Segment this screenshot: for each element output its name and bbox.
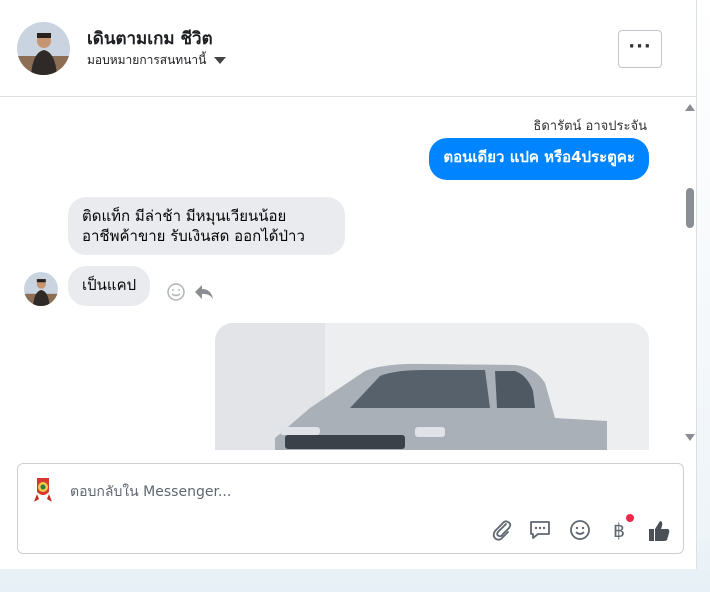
- baht-symbol: ฿: [612, 520, 626, 542]
- notification-dot: [626, 514, 634, 522]
- contact-avatar-small[interactable]: [24, 272, 58, 306]
- reply-input[interactable]: [70, 481, 470, 503]
- more-icon: ···: [628, 36, 652, 57]
- gif-icon[interactable]: [528, 518, 554, 544]
- outgoing-message[interactable]: ตอนเดียว แปค หรือ4ประตูคะ: [429, 138, 649, 180]
- contact-avatar[interactable]: [17, 22, 70, 75]
- assign-conversation[interactable]: มอบหมายการสนทนานี้: [87, 51, 227, 70]
- incoming-message[interactable]: ติดแท็ก มีล่าช้า มีหมุนเวียนน้อย อาชีพค้…: [68, 197, 345, 255]
- scroll-thumb[interactable]: [686, 188, 694, 228]
- message-line: อาชีพค้าขาย รับเงินสด ออกได้ป่าว: [82, 227, 305, 245]
- scroll-down-icon[interactable]: [685, 434, 695, 441]
- sender-name: ธิดารัตน์ อาจประจัน: [533, 119, 647, 134]
- attach-icon[interactable]: [490, 518, 516, 544]
- incoming-message[interactable]: เป็นแคป: [68, 266, 151, 306]
- scroll-up-icon[interactable]: [685, 104, 695, 111]
- message-list: ธิดารัตน์ อาจประจัน ตอนเดียว แปค หรือ4ปร…: [0, 98, 697, 450]
- message-line: ติดแท็ก มีล่าช้า มีหมุนเวียนน้อย: [82, 207, 287, 225]
- more-options-button[interactable]: ···: [618, 30, 662, 68]
- car-photo[interactable]: [215, 323, 649, 450]
- thumbs-up-icon[interactable]: [646, 518, 672, 544]
- assign-conversation-label: มอบหมายการสนทนานี้: [87, 53, 207, 67]
- baht-icon[interactable]: ฿: [606, 514, 634, 544]
- message-scrollbar[interactable]: [683, 98, 697, 450]
- page-avatar: [28, 474, 58, 504]
- conversation-header: เดินตามเกม ชีวิต มอบหมายการสนทนานี้ ···: [0, 0, 697, 97]
- contact-name[interactable]: เดินตามเกม ชีวิต: [87, 25, 213, 52]
- reply-composer: ฿: [17, 463, 684, 554]
- caret-down-icon: [214, 57, 227, 64]
- smile-react-icon[interactable]: [166, 282, 186, 307]
- conversation-panel: เดินตามเกม ชีวิต มอบหมายการสนทนานี้ ··· …: [0, 0, 697, 569]
- reply-icon[interactable]: [193, 282, 215, 307]
- emoji-icon[interactable]: [568, 518, 594, 544]
